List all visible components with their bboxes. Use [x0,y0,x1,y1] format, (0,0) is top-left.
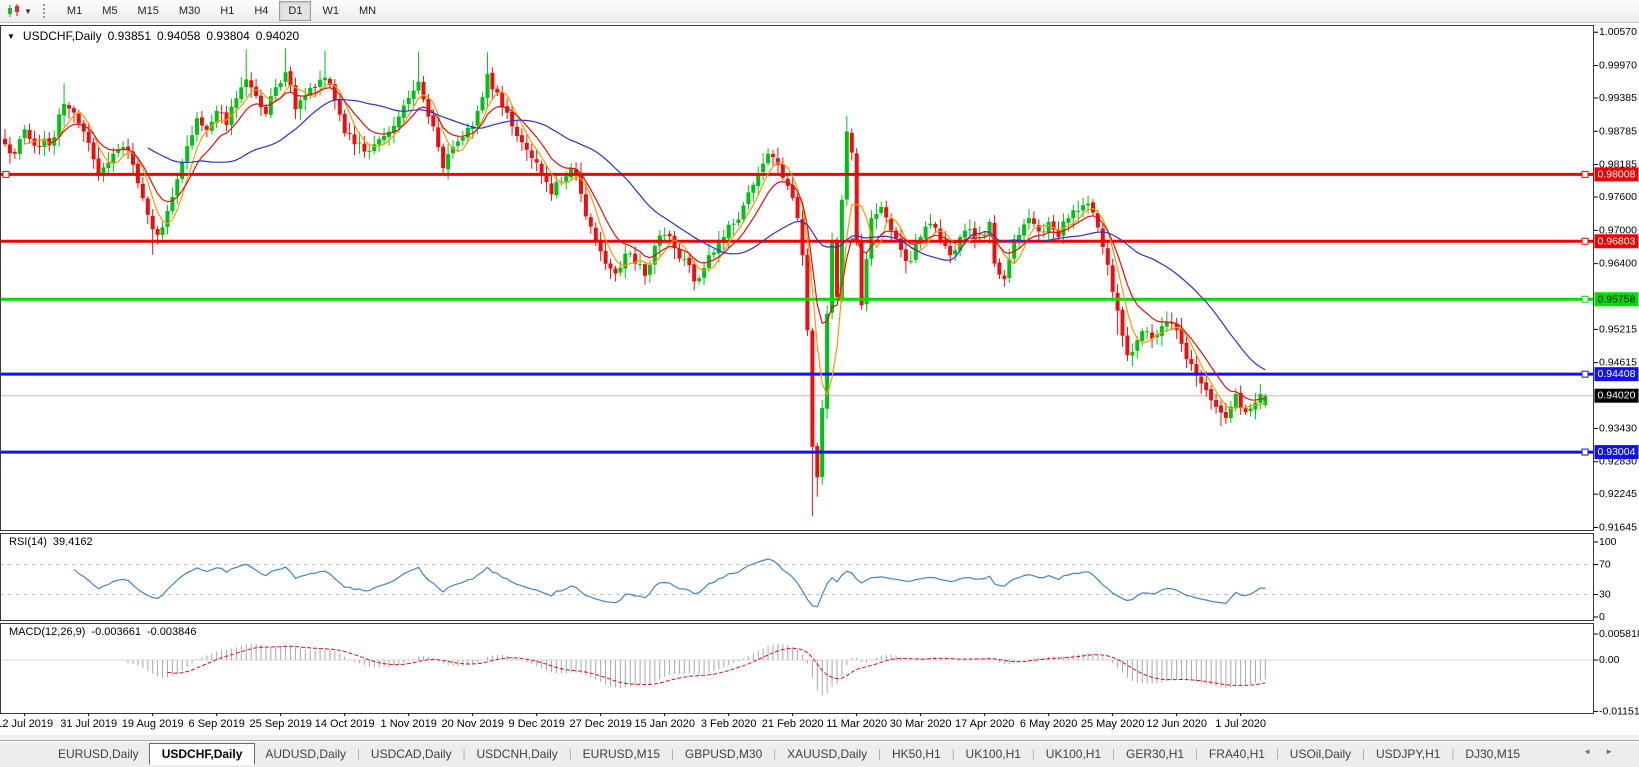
svg-text:70: 70 [1599,559,1611,571]
tab-eurusd-m15[interactable]: EURUSD,M15 [573,743,670,765]
svg-text:0.92245: 0.92245 [1599,488,1637,500]
ohlc-high: 0.94058 [157,29,201,43]
svg-text:3 Feb 2020: 3 Feb 2020 [701,718,757,730]
ohlc-close: 0.94020 [255,29,300,43]
svg-text:20 Nov 2019: 20 Nov 2019 [441,718,503,730]
svg-text:0.95215: 0.95215 [1599,323,1637,335]
svg-text:30 Mar 2020: 30 Mar 2020 [890,718,952,730]
chart-type-button[interactable]: ▼ [2,1,37,21]
chart-tab-bar: EURUSD,Daily USDCHF,Daily AUDUSD,Daily | USD… [0,740,1639,767]
tab-uk100-h1[interactable]: UK100,H1 [956,743,1031,765]
svg-text:6 May 2020: 6 May 2020 [1020,718,1077,730]
svg-text:0.94615: 0.94615 [1599,357,1637,369]
tab-usdjpy-h1[interactable]: USDJPY,H1 [1366,743,1450,765]
svg-text:1.00570: 1.00570 [1599,26,1637,38]
svg-text:0.00: 0.00 [1599,654,1620,666]
chart-title: ▼ USDCHF,Daily 0.93851 0.94058 0.93804 0… [7,29,299,43]
tab-fra40-h1[interactable]: FRA40,H1 [1199,743,1275,765]
candlestick-chart-icon [8,4,19,17]
tabs-scroll-left-icon[interactable]: ◄ [1583,747,1591,756]
chart-symbol-period: USDCHF,Daily [22,29,102,43]
timeframe-m1-button[interactable]: M1 [58,1,91,21]
timeframe-h1-button[interactable]: H1 [211,1,243,21]
chart-canvas[interactable]: 1.005700.999700.993850.987850.981850.976… [0,23,1639,735]
svg-text:12 Jun 2020: 12 Jun 2020 [1146,718,1207,730]
svg-text:0.96803: 0.96803 [1598,235,1636,247]
svg-text:1 Jul 2020: 1 Jul 2020 [1215,718,1266,730]
svg-text:9 Dec 2019: 9 Dec 2019 [509,718,565,730]
macd-indicator-label: MACD(12,26,9) -0.003661 -0.003846 [7,626,199,638]
svg-text:0.93430: 0.93430 [1599,422,1637,434]
tab-audusd-daily[interactable]: AUDUSD,Daily [255,743,356,765]
tab-uk100-h1[interactable]: UK100,H1 [1036,743,1111,765]
svg-text:0.95758: 0.95758 [1598,293,1636,305]
tab-ger30-h1[interactable]: GER30,H1 [1116,743,1194,765]
svg-text:0: 0 [1599,611,1605,623]
svg-text:0.91645: 0.91645 [1599,522,1637,534]
macd-main-value: -0.003661 [91,626,141,638]
toolbar: ▼ M1 M5 M15 M30 H1 H4 D1 W1 MN [0,0,1639,23]
svg-text:27 Dec 2019: 27 Dec 2019 [569,718,631,730]
svg-text:-0.011514: -0.011514 [1599,705,1639,717]
svg-text:100: 100 [1599,536,1617,548]
timeframe-mn-button[interactable]: MN [350,1,385,21]
macd-signal-value: -0.003846 [146,626,197,638]
svg-text:12 Jul 2019: 12 Jul 2019 [0,718,53,730]
toolbar-grip-handle[interactable] [42,4,49,18]
timeframe-h4-button[interactable]: H4 [245,1,277,21]
chart-tabs: EURUSD,Daily USDCHF,Daily AUDUSD,Daily | USD… [0,741,1530,767]
rsi-indicator-label: RSI(14) 39.4162 [7,536,95,548]
chevron-down-icon[interactable]: ▼ [24,7,32,16]
svg-text:0.99385: 0.99385 [1599,92,1637,104]
rsi-value: 39.4162 [52,536,93,548]
svg-text:0.98785: 0.98785 [1599,125,1637,137]
tabs-scroll-right-icon[interactable]: ► [1605,747,1613,756]
tab-usdchf-daily[interactable]: USDCHF,Daily [148,742,256,765]
chart-window: 1.00570 0.99970 0.99385 0.98785 0.98185 0.976… [0,23,1639,735]
svg-text:0.99970: 0.99970 [1599,60,1637,72]
svg-text:0.98008: 0.98008 [1598,168,1636,180]
mt4-window: ▼ M1 M5 M15 M30 H1 H4 D1 W1 MN 1.00570 0.99970 0.9… [0,0,1639,767]
svg-text:25 May 2020: 25 May 2020 [1081,718,1145,730]
svg-text:11 Mar 2020: 11 Mar 2020 [826,718,887,730]
svg-text:1 Nov 2019: 1 Nov 2019 [381,718,437,730]
rsi-name: RSI(14) [9,536,47,548]
svg-text:0.97600: 0.97600 [1599,191,1637,203]
svg-text:25 Sep 2019: 25 Sep 2019 [249,718,311,730]
timeframe-m15-button[interactable]: M15 [128,1,167,21]
tab-scroll-arrows: ◄ ► [1583,747,1613,756]
svg-text:30: 30 [1599,589,1611,601]
svg-text:0.93004: 0.93004 [1598,446,1636,458]
tab-usdcad-daily[interactable]: USDCAD,Daily [361,743,462,765]
timeframe-buttons: M1 M5 M15 M30 H1 H4 D1 W1 MN [57,0,386,22]
svg-text:0.94408: 0.94408 [1598,368,1636,380]
tab-dj30-m15[interactable]: DJ30,M15 [1455,743,1530,765]
timeframe-d1-button[interactable]: D1 [279,1,312,21]
tab-eurusd-daily[interactable]: EURUSD,Daily [48,743,149,765]
tab-xauusd-daily[interactable]: XAUUSD,Daily [777,743,877,765]
svg-text:0.96400: 0.96400 [1599,258,1637,270]
tab-usoil-daily[interactable]: USOil,Daily [1280,743,1361,765]
svg-text:17 Apr 2020: 17 Apr 2020 [955,718,1014,730]
timeframe-m5-button[interactable]: M5 [93,1,126,21]
svg-text:0.94020: 0.94020 [1598,390,1636,402]
svg-text:14 Oct 2019: 14 Oct 2019 [315,718,375,730]
ohlc-low: 0.93804 [206,29,250,43]
tab-gbpusd-m30[interactable]: GBPUSD,M30 [675,743,772,765]
macd-name: MACD(12,26,9) [9,626,86,638]
ohlc-open: 0.93851 [107,29,151,43]
svg-text:19 Aug 2019: 19 Aug 2019 [122,718,184,730]
svg-text:21 Feb 2020: 21 Feb 2020 [762,718,824,730]
tab-hk50-h1[interactable]: HK50,H1 [882,743,951,765]
svg-text:0.005818: 0.005818 [1599,628,1639,640]
tab-usdcnh-daily[interactable]: USDCNH,Daily [466,743,567,765]
svg-text:6 Sep 2019: 6 Sep 2019 [189,718,245,730]
timeframe-w1-button[interactable]: W1 [313,1,348,21]
svg-text:31 Jul 2019: 31 Jul 2019 [60,718,117,730]
timeframe-m30-button[interactable]: M30 [170,1,209,21]
collapse-triangle-icon[interactable]: ▼ [7,32,15,41]
svg-text:15 Jan 2020: 15 Jan 2020 [634,718,695,730]
